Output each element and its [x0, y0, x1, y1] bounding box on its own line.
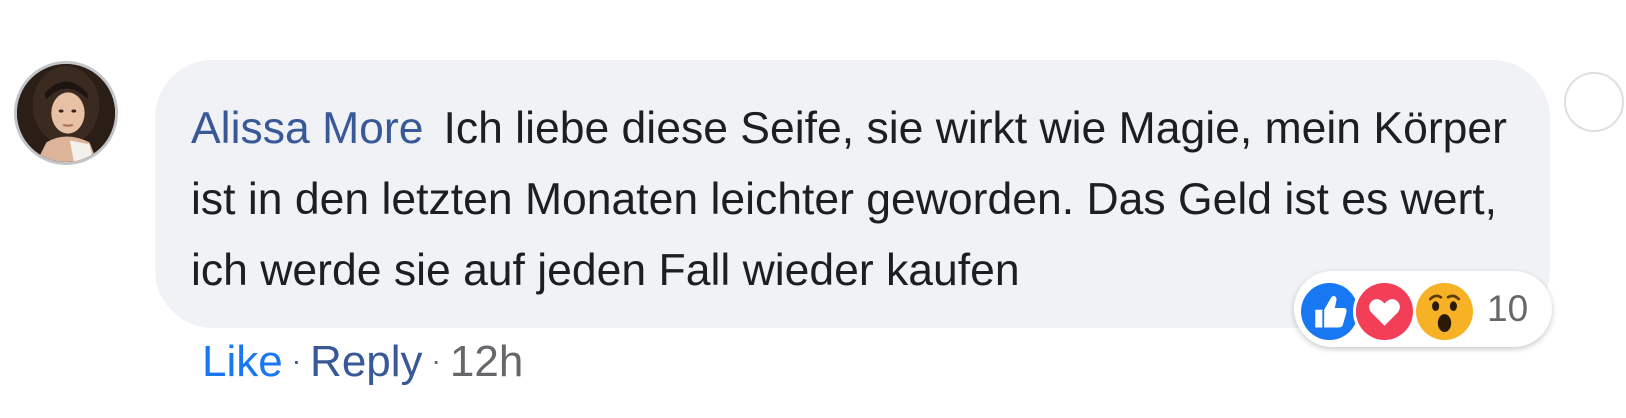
love-reaction-icon — [1353, 280, 1416, 343]
like-button[interactable]: Like — [202, 337, 283, 386]
wow-reaction-icon — [1413, 280, 1476, 343]
separator-dot: · — [291, 345, 302, 376]
comment-timestamp[interactable]: 12h — [450, 337, 523, 386]
profile-photo-icon — [17, 64, 115, 162]
separator-dot: · — [431, 345, 441, 376]
reply-button[interactable]: Reply — [310, 337, 423, 386]
comment-author[interactable]: Alissa More — [191, 104, 423, 153]
reaction-count: 10 — [1487, 288, 1529, 329]
more-options-button[interactable] — [1564, 72, 1624, 132]
avatar[interactable] — [14, 61, 118, 165]
like-reaction-icon — [1298, 280, 1361, 343]
comment-actions: Like · Reply · 12h — [202, 333, 523, 390]
reactions-summary[interactable]: 10 — [1294, 271, 1552, 347]
